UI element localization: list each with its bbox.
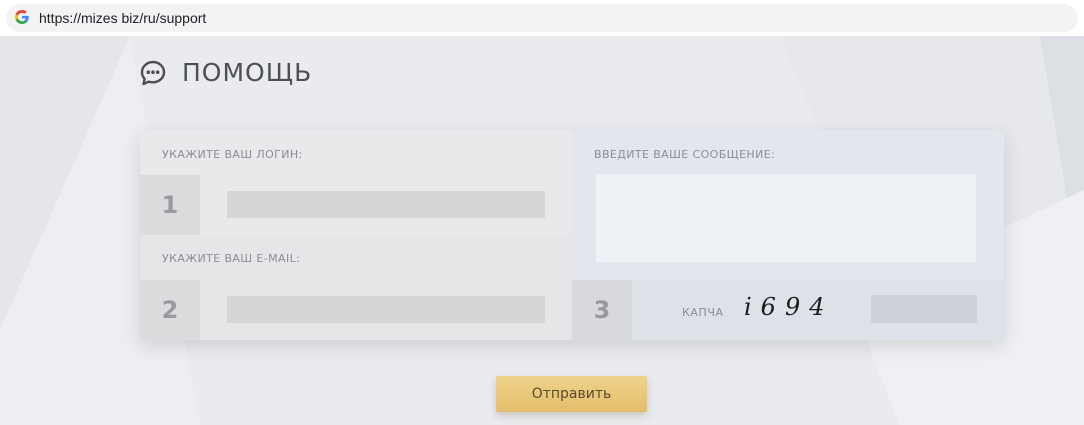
browser-address-bar: https://mizes biz/ru/support	[0, 0, 1084, 36]
captcha-input[interactable]	[871, 295, 977, 323]
support-form: УКАЖИТЕ ВАШ ЛОГИН: 1 УКАЖИТЕ ВАШ E-MAIL:…	[140, 130, 1004, 340]
email-section: УКАЖИТЕ ВАШ E-MAIL: 2	[140, 235, 572, 340]
page-heading: ПОМОЩЬ	[140, 58, 312, 87]
message-label: ВВЕДИТЕ ВАШЕ СООБЩЕНИЕ:	[594, 148, 776, 161]
chat-bubble-icon	[140, 60, 166, 85]
captcha-label: КАПЧА	[682, 306, 724, 319]
submit-button[interactable]: Отправить	[496, 376, 647, 412]
url-text[interactable]: https://mizes biz/ru/support	[39, 10, 206, 26]
captcha-row: 3 КАПЧА i694	[572, 280, 1004, 340]
email-input[interactable]	[227, 296, 545, 323]
page-title: ПОМОЩЬ	[182, 58, 313, 87]
message-textarea[interactable]	[596, 174, 976, 262]
message-section: ВВЕДИТЕ ВАШЕ СООБЩЕНИЕ: 3 КАПЧА i694	[572, 130, 1004, 340]
step-number-3: 3	[572, 280, 632, 340]
step-number-2: 2	[140, 280, 200, 340]
login-input[interactable]	[227, 191, 545, 218]
step-number-1: 1	[140, 175, 200, 235]
captcha-image-code: i694	[744, 293, 834, 321]
email-label: УКАЖИТЕ ВАШ E-MAIL:	[162, 252, 301, 265]
login-label: УКАЖИТЕ ВАШ ЛОГИН:	[162, 148, 303, 161]
google-g-icon	[15, 10, 29, 24]
contact-fields-section: УКАЖИТЕ ВАШ ЛОГИН: 1 УКАЖИТЕ ВАШ E-MAIL:…	[140, 130, 572, 340]
